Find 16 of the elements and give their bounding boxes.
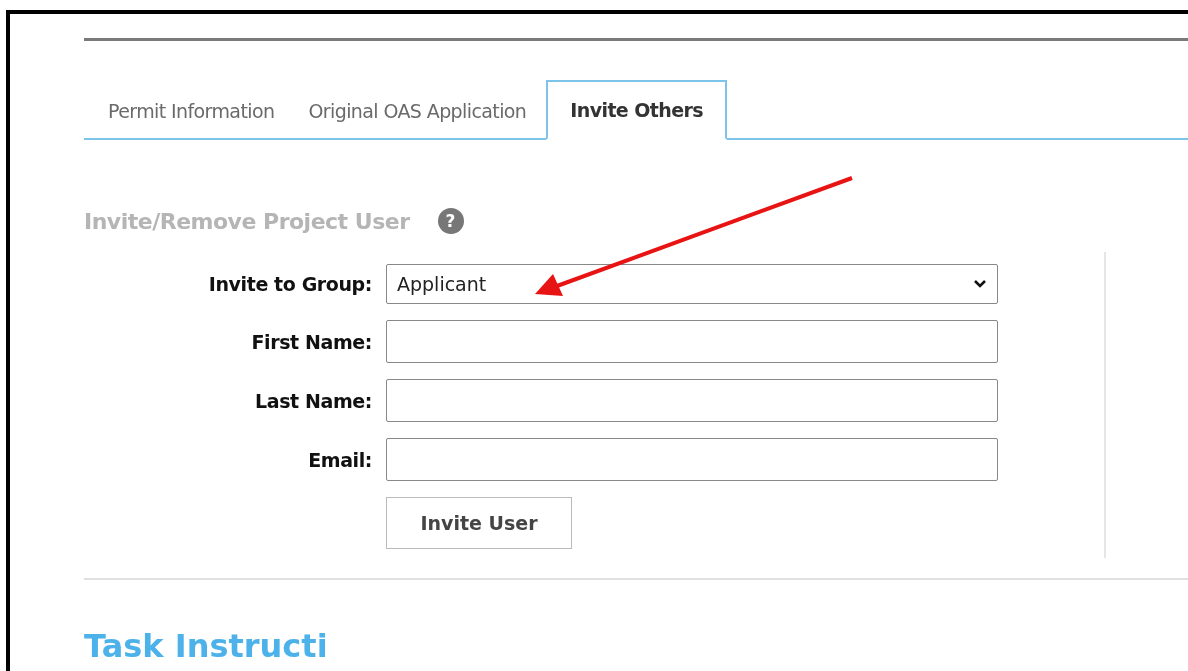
group-dropdown[interactable]: Applicant	[386, 264, 998, 304]
field-label: First Name:	[250, 330, 372, 353]
tab[interactable]: Permit Information	[94, 82, 289, 140]
field-label: Invite to Group:	[207, 273, 372, 295]
input-field[interactable]	[386, 438, 998, 481]
tab[interactable]: Invite Others	[546, 80, 727, 140]
invite-user-button[interactable]: Invite User	[386, 497, 572, 549]
field-label: Email:	[307, 448, 372, 471]
section-title: Invite/Remove Project User	[84, 208, 410, 234]
tab[interactable]: Original OAS Application	[294, 82, 541, 140]
section-title: Task Instructi	[84, 627, 329, 665]
field-label: Last Name:	[254, 389, 372, 412]
help-icon[interactable]: ?	[437, 208, 464, 234]
chevron-down-icon	[973, 279, 987, 289]
input-field[interactable]	[386, 379, 998, 422]
input-field[interactable]	[386, 320, 998, 363]
